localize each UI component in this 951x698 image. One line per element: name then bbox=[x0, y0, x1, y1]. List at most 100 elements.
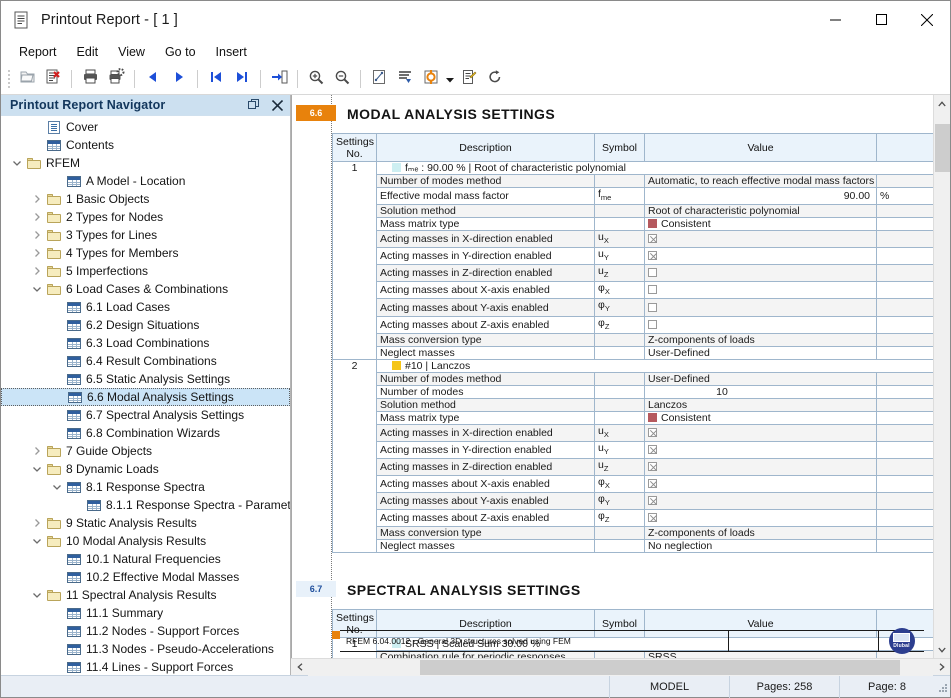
tree-item-cover[interactable]: Cover bbox=[1, 118, 290, 136]
tree-item-6-1-load-cases[interactable]: 6.1 Load Cases bbox=[1, 298, 290, 316]
tree-item-6-2-design-situations[interactable]: 6.2 Design Situations bbox=[1, 316, 290, 334]
tree-item-8-1-response-spectra[interactable]: 8.1 Response Spectra bbox=[1, 478, 290, 496]
last-page-button[interactable] bbox=[229, 67, 255, 92]
tree-item-rfem[interactable]: RFEM bbox=[1, 154, 290, 172]
menu-view[interactable]: View bbox=[108, 42, 155, 62]
vertical-scroll-track[interactable] bbox=[934, 112, 951, 641]
selection-button[interactable] bbox=[418, 67, 444, 92]
resize-grip[interactable] bbox=[934, 679, 950, 695]
tree-item-6-8-combination-wizards[interactable]: 6.8 Combination Wizards bbox=[1, 424, 290, 442]
document-horizontal-scrollbar[interactable] bbox=[291, 658, 950, 675]
maximize-button[interactable] bbox=[858, 1, 904, 39]
tree-item-5-imperfections[interactable]: 5 Imperfections bbox=[1, 262, 290, 280]
tree-expander[interactable] bbox=[29, 248, 45, 258]
checkbox-unchecked[interactable] bbox=[648, 320, 657, 329]
checkbox-checked[interactable] bbox=[648, 251, 657, 260]
tree-item-8-dynamic-loads[interactable]: 8 Dynamic Loads bbox=[1, 460, 290, 478]
tree-expander[interactable] bbox=[29, 284, 45, 294]
cell-description: Number of modes method bbox=[377, 175, 595, 188]
tree-item-11-1-summary[interactable]: 11.1 Summary bbox=[1, 604, 290, 622]
print-settings-button[interactable] bbox=[103, 67, 129, 92]
page-footer: RFEM 6.04.0012 - General 3D structures s… bbox=[332, 630, 924, 652]
delete-report-button[interactable] bbox=[40, 67, 66, 92]
tree-expander[interactable] bbox=[29, 230, 45, 240]
tree-item-6-7-spectral-analysis-settings[interactable]: 6.7 Spectral Analysis Settings bbox=[1, 406, 290, 424]
scroll-down-button[interactable] bbox=[934, 641, 951, 658]
tree-expander[interactable] bbox=[29, 518, 45, 528]
tree-item-contents[interactable]: Contents bbox=[1, 136, 290, 154]
document-vertical-scrollbar[interactable] bbox=[933, 95, 950, 658]
menu-edit[interactable]: Edit bbox=[67, 42, 109, 62]
tree-item-9-static-analysis-results[interactable]: 9 Static Analysis Results bbox=[1, 514, 290, 532]
tree-expander[interactable] bbox=[49, 482, 65, 492]
edit-page-button[interactable] bbox=[456, 67, 482, 92]
page-layout-button[interactable] bbox=[392, 67, 418, 92]
next-page-button[interactable] bbox=[166, 67, 192, 92]
scroll-left-button[interactable] bbox=[291, 659, 308, 676]
tree-item-10-modal-analysis-results[interactable]: 10 Modal Analysis Results bbox=[1, 532, 290, 550]
tree-expander[interactable] bbox=[29, 464, 45, 474]
menu-goto[interactable]: Go to bbox=[155, 42, 206, 62]
close-button[interactable] bbox=[904, 1, 950, 39]
horizontal-scroll-thumb[interactable] bbox=[420, 660, 900, 675]
open-report-button[interactable] bbox=[14, 67, 40, 92]
first-page-button[interactable] bbox=[203, 67, 229, 92]
refresh-button[interactable] bbox=[482, 67, 508, 92]
scroll-right-button[interactable] bbox=[933, 659, 950, 676]
checkbox-unchecked[interactable] bbox=[648, 268, 657, 277]
close-icon[interactable] bbox=[270, 98, 284, 112]
tree-item-a-model-location[interactable]: A Model - Location bbox=[1, 172, 290, 190]
tree-item-6-5-static-analysis-settings[interactable]: 6.5 Static Analysis Settings bbox=[1, 370, 290, 388]
checkbox-checked[interactable] bbox=[648, 428, 657, 437]
tree-item-4-types-for-members[interactable]: 4 Types for Members bbox=[1, 244, 290, 262]
previous-page-button[interactable] bbox=[140, 67, 166, 92]
checkbox-checked[interactable] bbox=[648, 445, 657, 454]
tree-item-3-types-for-lines[interactable]: 3 Types for Lines bbox=[1, 226, 290, 244]
checkbox-checked[interactable] bbox=[648, 479, 657, 488]
navigator-tree[interactable]: CoverContentsRFEMA Model - Location1 Bas… bbox=[1, 116, 290, 675]
print-button[interactable] bbox=[77, 67, 103, 92]
tree-item-10-1-natural-frequencies[interactable]: 10.1 Natural Frequencies bbox=[1, 550, 290, 568]
zoom-in-button[interactable] bbox=[303, 67, 329, 92]
tree-expander[interactable] bbox=[9, 158, 25, 168]
vertical-scroll-thumb[interactable] bbox=[935, 124, 950, 172]
tree-expander[interactable] bbox=[29, 536, 45, 546]
checkbox-unchecked[interactable] bbox=[648, 285, 657, 294]
tree-item-10-2-effective-modal-masses[interactable]: 10.2 Effective Modal Masses bbox=[1, 568, 290, 586]
selection-dropdown[interactable] bbox=[444, 67, 456, 92]
zoom-out-button[interactable] bbox=[329, 67, 355, 92]
cell-value: User-Defined bbox=[645, 346, 877, 359]
toolbar-grip[interactable] bbox=[5, 69, 12, 89]
tree-item-6-4-result-combinations[interactable]: 6.4 Result Combinations bbox=[1, 352, 290, 370]
tree-item-2-types-for-nodes[interactable]: 2 Types for Nodes bbox=[1, 208, 290, 226]
go-to-page-button[interactable] bbox=[266, 67, 292, 92]
minimize-button[interactable] bbox=[812, 1, 858, 39]
menu-report[interactable]: Report bbox=[9, 42, 67, 62]
checkbox-checked[interactable] bbox=[648, 462, 657, 471]
checkbox-checked[interactable] bbox=[648, 234, 657, 243]
checkbox-checked[interactable] bbox=[648, 496, 657, 505]
undock-icon[interactable] bbox=[247, 98, 261, 112]
tree-item-1-basic-objects[interactable]: 1 Basic Objects bbox=[1, 190, 290, 208]
tree-expander[interactable] bbox=[29, 194, 45, 204]
tree-item-11-spectral-analysis-results[interactable]: 11 Spectral Analysis Results bbox=[1, 586, 290, 604]
tree-expander[interactable] bbox=[29, 212, 45, 222]
checkbox-unchecked[interactable] bbox=[648, 303, 657, 312]
tree-item-6-3-load-combinations[interactable]: 6.3 Load Combinations bbox=[1, 334, 290, 352]
tree-item-11-3-nodes-pseudo-accelerations[interactable]: 11.3 Nodes - Pseudo-Accelerations bbox=[1, 640, 290, 658]
menu-insert[interactable]: Insert bbox=[206, 42, 257, 62]
tree-item-6-6-modal-analysis-settings[interactable]: 6.6 Modal Analysis Settings bbox=[1, 388, 290, 406]
scroll-up-button[interactable] bbox=[934, 95, 951, 112]
tree-item-11-4-lines-support-forces[interactable]: 11.4 Lines - Support Forces bbox=[1, 658, 290, 675]
tree-expander[interactable] bbox=[29, 266, 45, 276]
tree-item-7-guide-objects[interactable]: 7 Guide Objects bbox=[1, 442, 290, 460]
report-page: 6.6MODAL ANALYSIS SETTINGSSettingsNo.Des… bbox=[291, 95, 933, 658]
tree-expander[interactable] bbox=[29, 590, 45, 600]
tree-expander[interactable] bbox=[29, 446, 45, 456]
horizontal-scroll-track[interactable] bbox=[308, 659, 933, 676]
tree-item-8-1-1-response-spectra-parameters[interactable]: 8.1.1 Response Spectra - Parameters bbox=[1, 496, 290, 514]
page-setup-button[interactable] bbox=[366, 67, 392, 92]
tree-item-11-2-nodes-support-forces[interactable]: 11.2 Nodes - Support Forces bbox=[1, 622, 290, 640]
tree-item-6-load-cases-combinations[interactable]: 6 Load Cases & Combinations bbox=[1, 280, 290, 298]
checkbox-checked[interactable] bbox=[648, 513, 657, 522]
